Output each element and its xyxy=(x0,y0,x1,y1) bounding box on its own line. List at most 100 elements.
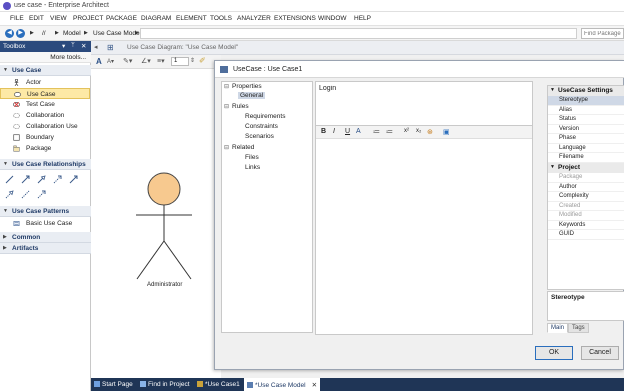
brush-icon[interactable]: ✐ xyxy=(199,56,206,65)
bold-button[interactable]: B xyxy=(321,128,326,135)
collapse-icon[interactable]: ⊟ xyxy=(224,144,229,151)
toolbox-item-collaboration-use[interactable]: Collaboration Use xyxy=(0,121,90,132)
font-icon[interactable]: A xyxy=(96,57,102,66)
breadcrumb-model[interactable]: Model xyxy=(63,30,81,37)
line-width-icon[interactable]: ≡▾ xyxy=(157,57,165,65)
close-icon[interactable]: ✕ xyxy=(312,382,317,389)
generalize-icon[interactable] xyxy=(37,175,46,184)
menu-file[interactable]: FILE xyxy=(10,15,24,22)
property-row[interactable]: Modified xyxy=(548,211,624,221)
actor-shape[interactable] xyxy=(121,169,201,294)
subscript-button[interactable]: x₂ xyxy=(416,128,421,134)
property-row[interactable]: Language xyxy=(548,144,624,153)
property-row[interactable]: Filename xyxy=(548,153,624,163)
tree-rules[interactable]: Rules xyxy=(232,103,249,110)
bullet-list-button[interactable]: ≔ xyxy=(373,128,380,136)
section-artifacts[interactable]: ▶ Artifacts xyxy=(0,243,91,254)
property-row[interactable]: Complexity xyxy=(548,192,624,202)
ok-button[interactable]: OK xyxy=(535,346,573,360)
property-row[interactable]: GUID xyxy=(548,230,624,240)
toolbox-item-test-case[interactable]: Test Case xyxy=(0,99,90,110)
menu-extensions[interactable]: EXTENSIONS xyxy=(274,15,316,22)
tab-use-case-model[interactable]: *Use Case Model ✕ xyxy=(244,378,321,391)
pin-icon[interactable]: ᛘ xyxy=(71,42,75,49)
tree-files[interactable]: Files xyxy=(245,154,259,161)
insert-link-icon[interactable]: ⊛ xyxy=(427,128,433,136)
tree-constraints[interactable]: Constraints xyxy=(245,123,278,130)
toolbox-item-basic-use-case[interactable]: Basic Use Case xyxy=(0,218,90,229)
property-row[interactable]: Stereotype xyxy=(548,96,624,106)
toolbox-item-collaboration[interactable]: Collaboration xyxy=(0,110,90,121)
menu-window[interactable]: WINDOW xyxy=(318,15,347,22)
project-section-header[interactable]: ▼ Project xyxy=(548,163,624,173)
tab-find-in-project[interactable]: Find in Project xyxy=(140,378,190,391)
back-icon[interactable]: ◀ xyxy=(5,29,14,38)
close-icon[interactable]: ✕ xyxy=(81,42,86,50)
menu-project[interactable]: PROJECT xyxy=(73,15,103,22)
cancel-button[interactable]: Cancel xyxy=(581,346,619,360)
tree-properties[interactable]: Properties xyxy=(232,83,262,90)
menu-package[interactable]: PACKAGE xyxy=(106,15,137,22)
italic-button[interactable]: I xyxy=(333,128,335,135)
menu-view[interactable]: VIEW xyxy=(50,15,67,22)
tree-links[interactable]: Links xyxy=(245,164,260,171)
address-field[interactable] xyxy=(140,28,577,39)
find-package-input[interactable] xyxy=(581,28,624,39)
font-size-icon[interactable]: A▾ xyxy=(107,58,114,65)
menu-tools[interactable]: TOOLS xyxy=(210,15,232,22)
tree-general[interactable]: General xyxy=(238,92,266,99)
property-row[interactable]: Keywords xyxy=(548,221,624,230)
breadcrumb-root[interactable]: // xyxy=(42,30,46,37)
property-row[interactable]: Phase xyxy=(548,134,624,144)
toolbox-item-actor[interactable]: Actor xyxy=(0,77,90,88)
fill-color-icon[interactable]: ✎▾ xyxy=(123,57,132,65)
extend-icon[interactable] xyxy=(69,175,78,184)
line-color-icon[interactable]: ∠▾ xyxy=(141,57,151,65)
superscript-button[interactable]: x² xyxy=(404,128,409,134)
tree-scenarios[interactable]: Scenarios xyxy=(245,133,274,140)
section-common[interactable]: ▶ Common xyxy=(0,232,91,243)
tree-requirements[interactable]: Requirements xyxy=(245,113,285,120)
spinner-icon[interactable]: ⇕ xyxy=(190,57,195,64)
property-row[interactable]: Author xyxy=(548,183,624,192)
notes-editor[interactable]: B I U A ≔ ≔ x² x₂ ⊛ ▣ xyxy=(315,125,533,335)
menu-edit[interactable]: EDIT xyxy=(29,15,44,22)
collapse-icon[interactable]: ⊟ xyxy=(224,83,229,90)
tab-tags[interactable]: Tags xyxy=(568,323,589,333)
zoom-field[interactable]: 1 xyxy=(171,57,189,66)
breadcrumb-use-case-model[interactable]: Use Case Model xyxy=(93,30,141,37)
section-use-case-patterns[interactable]: ▼ Use Case Patterns xyxy=(0,206,91,217)
property-row[interactable]: Alias xyxy=(548,106,624,115)
property-row[interactable]: Created xyxy=(548,202,624,211)
settings-section-header[interactable]: ▼ UseCase Settings xyxy=(548,86,624,96)
include-icon[interactable] xyxy=(53,175,62,184)
name-input[interactable] xyxy=(316,82,532,95)
more-tools-link[interactable]: More tools... xyxy=(0,52,91,63)
trace-icon[interactable] xyxy=(21,190,30,199)
numbered-list-button[interactable]: ≔ xyxy=(386,128,393,136)
collapse-icon[interactable]: ⊟ xyxy=(224,103,229,110)
diagram-canvas[interactable]: Administrator xyxy=(91,69,221,378)
toolbox-item-use-case[interactable]: Use Case xyxy=(0,88,90,99)
realize-icon[interactable] xyxy=(5,190,14,199)
menu-element[interactable]: ELEMENT xyxy=(176,15,207,22)
directed-association-icon[interactable] xyxy=(21,175,30,184)
section-use-case[interactable]: ▼ Use Case xyxy=(0,65,91,76)
font-color-button[interactable]: A xyxy=(356,128,361,135)
menu-arrow-icon[interactable]: ◂ xyxy=(94,43,98,51)
property-row[interactable]: Version xyxy=(548,125,624,134)
insert-object-icon[interactable]: ▣ xyxy=(443,128,450,136)
tree-related[interactable]: Related xyxy=(232,144,254,151)
name-field[interactable] xyxy=(315,81,533,126)
property-row[interactable]: Package xyxy=(548,173,624,183)
menu-analyzer[interactable]: ANALYZER xyxy=(237,15,271,22)
toolbox-item-package[interactable]: Package xyxy=(0,143,90,154)
tab-main[interactable]: Main xyxy=(547,323,569,333)
property-row[interactable]: Status xyxy=(548,115,624,125)
section-use-case-relationships[interactable]: ▼ Use Case Relationships xyxy=(0,159,91,170)
menu-diagram[interactable]: DIAGRAM xyxy=(141,15,171,22)
menu-help[interactable]: HELP xyxy=(354,15,371,22)
toolbox-item-boundary[interactable]: Boundary xyxy=(0,132,90,143)
forward-icon[interactable]: ▶ xyxy=(16,29,25,38)
tab-start-page[interactable]: Start Page xyxy=(94,378,133,391)
